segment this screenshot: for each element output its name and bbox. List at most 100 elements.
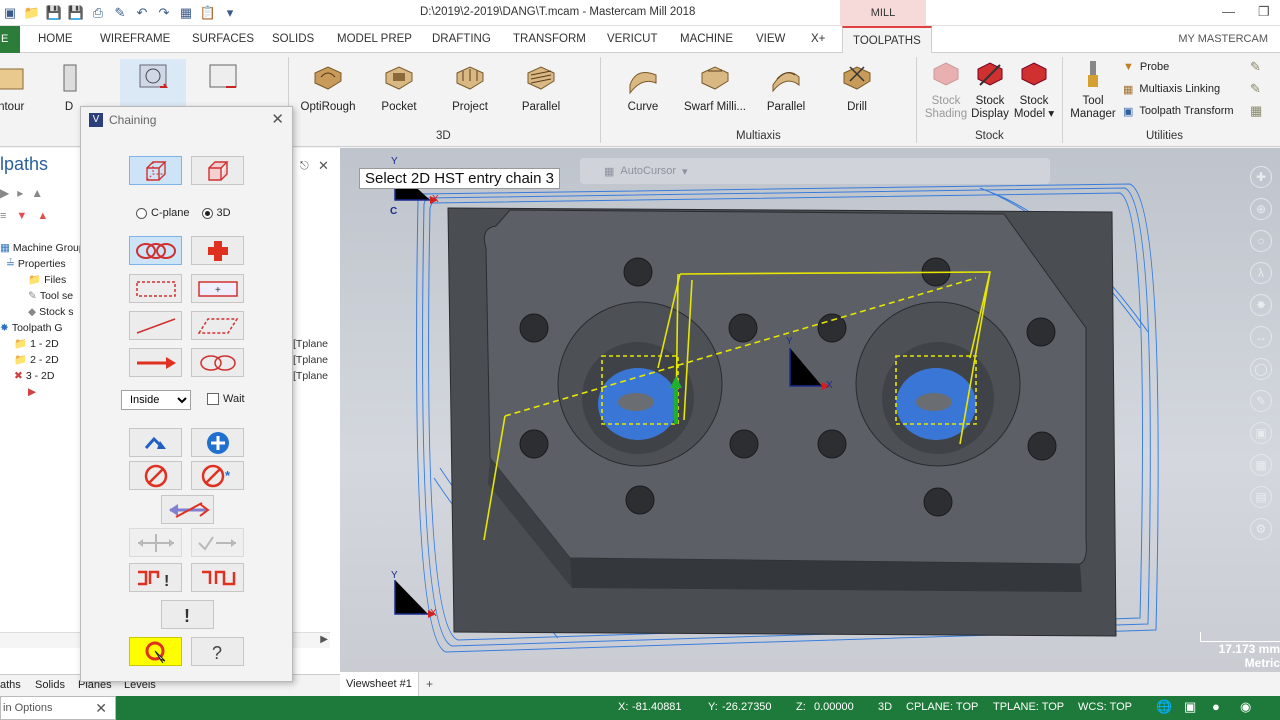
open-file-icon[interactable]: 📁: [22, 3, 42, 23]
save-icon[interactable]: 💾: [44, 3, 64, 23]
window-mode-select[interactable]: Inside: [121, 390, 191, 410]
ok-button[interactable]: [129, 637, 182, 666]
window-mode-button[interactable]: [129, 274, 182, 303]
wait-check-square[interactable]: [207, 393, 219, 405]
tab-drafting[interactable]: DRAFTING: [432, 26, 491, 53]
settings-icon[interactable]: ⚙: [1250, 518, 1272, 540]
tab-toolpaths[interactable]: TOOLPATHS: [842, 26, 932, 53]
project-button[interactable]: Project: [434, 59, 506, 125]
viewsheet-tab[interactable]: Viewsheet #1: [340, 672, 419, 697]
point-mode-button[interactable]: [191, 236, 244, 265]
tab-view[interactable]: VIEW: [756, 26, 785, 53]
drill-multiaxis-button[interactable]: Drill: [821, 59, 893, 125]
move-start-button[interactable]: [129, 528, 182, 557]
stock-shading-button[interactable]: Stock Shading: [920, 59, 972, 125]
tab-model-prep[interactable]: MODEL PREP: [337, 26, 412, 53]
tab-solids[interactable]: SOLIDS: [272, 26, 314, 53]
utility-extra-icon[interactable]: ▦: [1250, 103, 1262, 119]
planes-icon[interactable]: ▦: [1250, 454, 1272, 476]
print-icon[interactable]: ⎙: [88, 3, 108, 23]
tree-files[interactable]: 📁 Files: [28, 272, 66, 287]
swarf-milling-button[interactable]: Swarf Milli...: [679, 59, 751, 125]
tab-xplus[interactable]: X+: [811, 26, 825, 53]
pocket-button[interactable]: Pocket: [363, 59, 435, 125]
unselect-all-button[interactable]: *: [191, 461, 244, 490]
tree-machine-group[interactable]: ▦ Machine Group: [0, 240, 85, 255]
utility-extra-icon[interactable]: ✎: [1250, 81, 1261, 97]
close-icon[interactable]: ✕: [95, 697, 107, 719]
wait-checkbox[interactable]: Wait: [207, 393, 245, 405]
curve-button[interactable]: Curve: [607, 59, 679, 125]
shading-icon[interactable]: ●: [1212, 699, 1220, 714]
tree-tool-settings[interactable]: ✎ Tool se: [28, 288, 73, 303]
cplane-radio[interactable]: [136, 207, 147, 219]
options-apply-button[interactable]: [191, 528, 244, 557]
tab-home[interactable]: HOME: [38, 26, 73, 53]
toolpath-transform-button[interactable]: ▣ Toolpath Transform: [1123, 101, 1234, 121]
tplane-status[interactable]: TPLANE: TOP: [993, 701, 1064, 713]
view-cube-icon[interactable]: ✚: [1250, 166, 1272, 188]
tab-surfaces[interactable]: SURFACES: [192, 26, 254, 53]
single-mode-button[interactable]: [129, 311, 182, 340]
chain-feature-button[interactable]: [191, 563, 244, 592]
tool-manager-button[interactable]: Tool Manager: [1066, 59, 1120, 125]
tab-toolpaths-manager[interactable]: aths: [0, 679, 21, 691]
fit-icon[interactable]: ○: [1250, 230, 1272, 252]
help-button[interactable]: ?: [191, 637, 244, 666]
solid-icon[interactable]: ▣: [1250, 422, 1272, 444]
parallel-multiaxis-button[interactable]: Parallel: [750, 59, 822, 125]
paste-icon[interactable]: 📋: [198, 3, 218, 23]
color-icon[interactable]: ◉: [1240, 699, 1251, 715]
tree-operation-2[interactable]: 📁 2 - 2D: [14, 352, 59, 367]
select-all-icon[interactable]: ▶: [0, 186, 9, 200]
display-settings-icon[interactable]: ▣: [1184, 699, 1196, 715]
undo-icon[interactable]: ↶: [132, 3, 152, 23]
tab-vericut[interactable]: VERICUT: [607, 26, 657, 53]
select-toolpath-icon[interactable]: ▸: [17, 186, 23, 200]
tree-stock-setup[interactable]: ◆ Stock s: [28, 304, 74, 319]
close-icon[interactable]: ✕: [318, 158, 329, 174]
tree-operation-1[interactable]: 📁 1 - 2D: [14, 336, 59, 351]
hide-icon[interactable]: ✎: [1250, 390, 1272, 412]
area-mode-button[interactable]: +: [191, 274, 244, 303]
minimize-icon[interactable]: —: [1222, 4, 1235, 19]
wcs-status[interactable]: WCS: TOP: [1078, 701, 1132, 713]
edit-icon[interactable]: ✎: [110, 3, 130, 23]
pin-icon[interactable]: ⎋: [300, 160, 309, 173]
wireframe-mode-button[interactable]: [129, 156, 182, 185]
selection-bar[interactable]: ▦ AutoCursor ▾: [580, 158, 1050, 184]
partial-mode-button[interactable]: [191, 348, 244, 377]
reverse-button[interactable]: [161, 495, 214, 524]
select-icon[interactable]: ▦: [176, 3, 196, 23]
customize-qat-icon[interactable]: ▾: [220, 3, 240, 23]
unselect-button[interactable]: [129, 461, 182, 490]
select-all-button[interactable]: [191, 428, 244, 457]
layers-icon[interactable]: ▤: [1250, 486, 1272, 508]
zoom-window-icon[interactable]: ⊕: [1250, 198, 1272, 220]
chain-feature-warn-button[interactable]: !: [129, 563, 182, 592]
gnomon-icon[interactable]: λ: [1250, 262, 1272, 284]
polygon-mode-button[interactable]: [191, 311, 244, 340]
measure-icon[interactable]: ◯: [1250, 358, 1272, 380]
insert-arrow[interactable]: ▶: [28, 384, 36, 399]
tab-file[interactable]: E: [0, 26, 20, 53]
parallel-3d-button[interactable]: Parallel: [505, 59, 577, 125]
tab-machine[interactable]: MACHINE: [680, 26, 733, 53]
close-icon[interactable]: ✕: [271, 110, 284, 128]
new-file-icon[interactable]: ▣: [0, 3, 20, 23]
contour-button[interactable]: ontour: [0, 59, 44, 125]
vector-mode-button[interactable]: [129, 348, 182, 377]
optirough-button[interactable]: OptiRough: [292, 59, 364, 125]
mode-3d-toggle[interactable]: 3D: [878, 701, 892, 713]
analyze-icon[interactable]: ↔: [1250, 326, 1272, 348]
tab-solids-manager[interactable]: Solids: [35, 679, 65, 691]
tree-toolpath-group[interactable]: ✸ Toolpath G: [0, 320, 63, 335]
solids-mode-button[interactable]: [191, 156, 244, 185]
account-link[interactable]: MY MASTERCAM: [1178, 26, 1268, 53]
tree-properties[interactable]: ≟ Properties: [6, 256, 66, 271]
3d-radio[interactable]: [201, 207, 213, 219]
globe-icon[interactable]: 🌐: [1156, 699, 1172, 715]
chain-mode-button[interactable]: [129, 236, 182, 265]
tab-transform[interactable]: TRANSFORM: [513, 26, 586, 53]
add-viewsheet-button[interactable]: +: [426, 677, 433, 691]
